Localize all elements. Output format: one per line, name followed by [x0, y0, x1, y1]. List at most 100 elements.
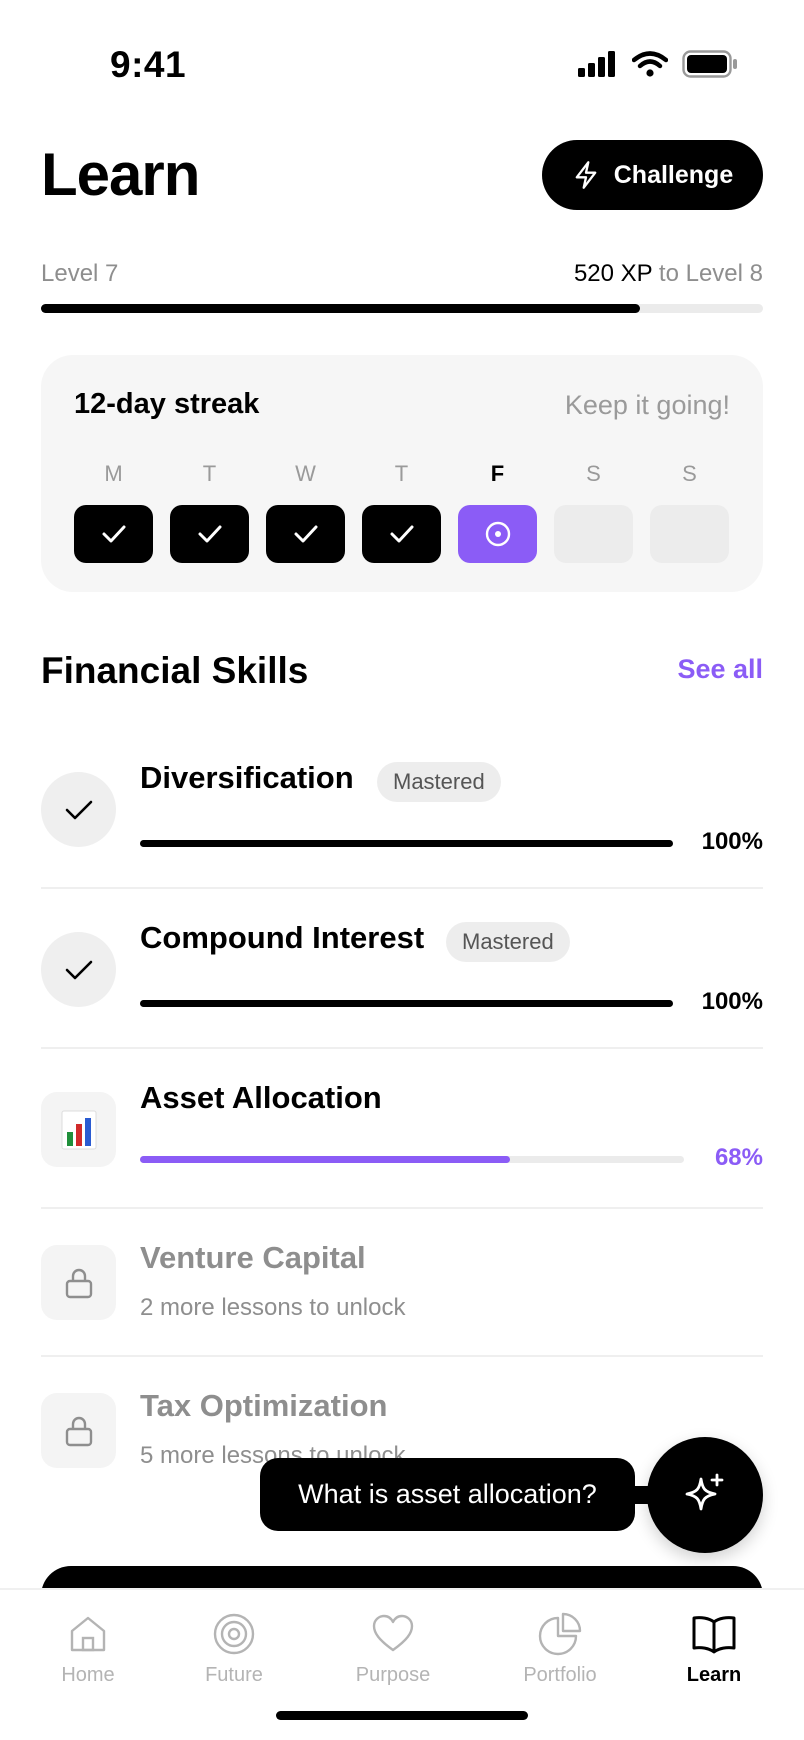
- divider: [41, 1207, 763, 1209]
- streak-day: T: [362, 459, 441, 563]
- skill-progress-bar: [140, 840, 673, 847]
- check-icon: [198, 525, 221, 543]
- status-time: 9:41: [110, 44, 187, 85]
- tab-portfolio[interactable]: Portfolio: [500, 1612, 620, 1687]
- book-icon: [692, 1616, 736, 1654]
- lock-icon: [65, 1268, 92, 1298]
- tab-label: Portfolio: [523, 1664, 597, 1686]
- xp-value: 520 XP: [573, 260, 653, 287]
- day-letter-today: F: [490, 461, 505, 486]
- streak-day: M: [74, 459, 153, 563]
- day-letter: S: [682, 461, 697, 486]
- day-box-empty: [554, 505, 633, 563]
- streak-day: S: [650, 459, 729, 563]
- skill-percent: 100%: [701, 988, 763, 1015]
- assistant-button[interactable]: [647, 1437, 763, 1553]
- page-title: Learn: [41, 141, 200, 208]
- battery-icon: [682, 50, 737, 78]
- day-box-empty: [650, 505, 729, 563]
- day-box-done: [170, 505, 249, 563]
- streak-day: F: [458, 459, 537, 563]
- streak-card[interactable]: 12-day streak Keep it going! M T W T F S…: [41, 355, 763, 592]
- streak-day: S: [554, 459, 633, 563]
- streak-days: M T W T F S S: [74, 459, 729, 563]
- skill-status-icon: [41, 1092, 116, 1167]
- tab-label: Learn: [686, 1664, 742, 1686]
- skill-name: Tax Optimization: [140, 1388, 388, 1423]
- divider: [41, 1047, 763, 1049]
- streak-day: T: [170, 459, 249, 563]
- day-letter: T: [394, 461, 409, 486]
- day-box-current: [458, 505, 537, 563]
- day-letter: S: [586, 461, 601, 486]
- level-row: Level 7 520 XP to Level 8: [41, 260, 763, 294]
- skill-row-compound-interest[interactable]: Compound Interest Mastered 100%: [41, 920, 763, 1030]
- heart-icon: [372, 1614, 414, 1652]
- wifi-icon: [632, 51, 668, 77]
- day-letter: T: [202, 461, 217, 486]
- cellular-signal-icon: [578, 51, 615, 77]
- tab-label: Purpose: [355, 1664, 431, 1686]
- streak-day: W: [266, 459, 345, 563]
- target-icon: [213, 1613, 255, 1655]
- challenge-button[interactable]: Challenge: [542, 140, 763, 210]
- next-level-label: to Level 8: [658, 260, 763, 287]
- streak-subtitle: Keep it going!: [564, 390, 730, 420]
- day-letter: W: [295, 461, 316, 486]
- home-icon: [70, 1616, 106, 1652]
- tab-home[interactable]: Home: [28, 1612, 148, 1687]
- tab-label: Home: [61, 1664, 115, 1686]
- streak-title: 12-day streak: [74, 388, 260, 420]
- divider: [41, 887, 763, 889]
- sparkle-icon: [685, 1473, 724, 1511]
- assistant-suggestion-bubble[interactable]: What is asset allocation?: [260, 1458, 635, 1531]
- section-title: Financial Skills: [41, 650, 309, 691]
- status-bar: 9:41: [0, 0, 804, 120]
- target-dot-icon: [485, 521, 510, 547]
- skill-name: Asset Allocation: [140, 1080, 382, 1115]
- skill-progress-fill: [140, 1000, 673, 1007]
- check-icon: [65, 960, 92, 979]
- skill-name: Diversification: [140, 760, 354, 795]
- xp-to-next: 520 XP to Level 8: [574, 260, 763, 288]
- status-icons: [578, 50, 738, 78]
- divider: [41, 1355, 763, 1357]
- skill-progress-fill: [140, 840, 673, 847]
- day-box-done: [266, 505, 345, 563]
- level-progress-bar: [41, 304, 763, 313]
- tab-label: Future: [205, 1664, 263, 1686]
- check-icon: [294, 525, 317, 543]
- mastered-badge: Mastered: [377, 762, 501, 802]
- skill-row-asset-allocation[interactable]: Asset Allocation 68%: [41, 1080, 763, 1190]
- skill-row-diversification[interactable]: Diversification Mastered 100%: [41, 760, 763, 870]
- skill-progress-bar: [140, 1000, 673, 1007]
- day-letter: M: [104, 461, 123, 486]
- skill-row-venture-capital[interactable]: Venture Capital 2 more lessons to unlock: [41, 1240, 763, 1340]
- skill-name: Venture Capital: [140, 1240, 366, 1275]
- day-box-done: [362, 505, 441, 563]
- header: Learn Challenge: [41, 140, 763, 210]
- tab-learn[interactable]: Learn: [654, 1612, 774, 1687]
- check-icon: [65, 800, 92, 819]
- unlock-hint: 2 more lessons to unlock: [140, 1294, 406, 1321]
- tab-future[interactable]: Future: [174, 1612, 294, 1687]
- skill-status-icon: [41, 1393, 116, 1468]
- home-indicator: [276, 1711, 528, 1720]
- skill-status-icon: [41, 932, 116, 1007]
- skill-status-icon: [41, 1245, 116, 1320]
- see-all-link[interactable]: See all: [677, 654, 763, 685]
- check-icon: [102, 525, 125, 543]
- tab-purpose[interactable]: Purpose: [333, 1612, 453, 1687]
- mastered-badge: Mastered: [446, 922, 570, 962]
- level-progress-fill: [41, 304, 641, 313]
- skill-progress-fill: [140, 1156, 510, 1163]
- pie-chart-icon: [538, 1612, 582, 1656]
- skill-percent: 100%: [701, 828, 763, 855]
- bar-chart-icon: [61, 1110, 96, 1149]
- lightning-icon: [575, 161, 597, 189]
- check-icon: [390, 525, 413, 543]
- skill-status-icon: [41, 772, 116, 847]
- level-label: Level 7: [41, 260, 119, 287]
- challenge-label: Challenge: [613, 160, 734, 189]
- skill-progress-bar: [140, 1156, 684, 1163]
